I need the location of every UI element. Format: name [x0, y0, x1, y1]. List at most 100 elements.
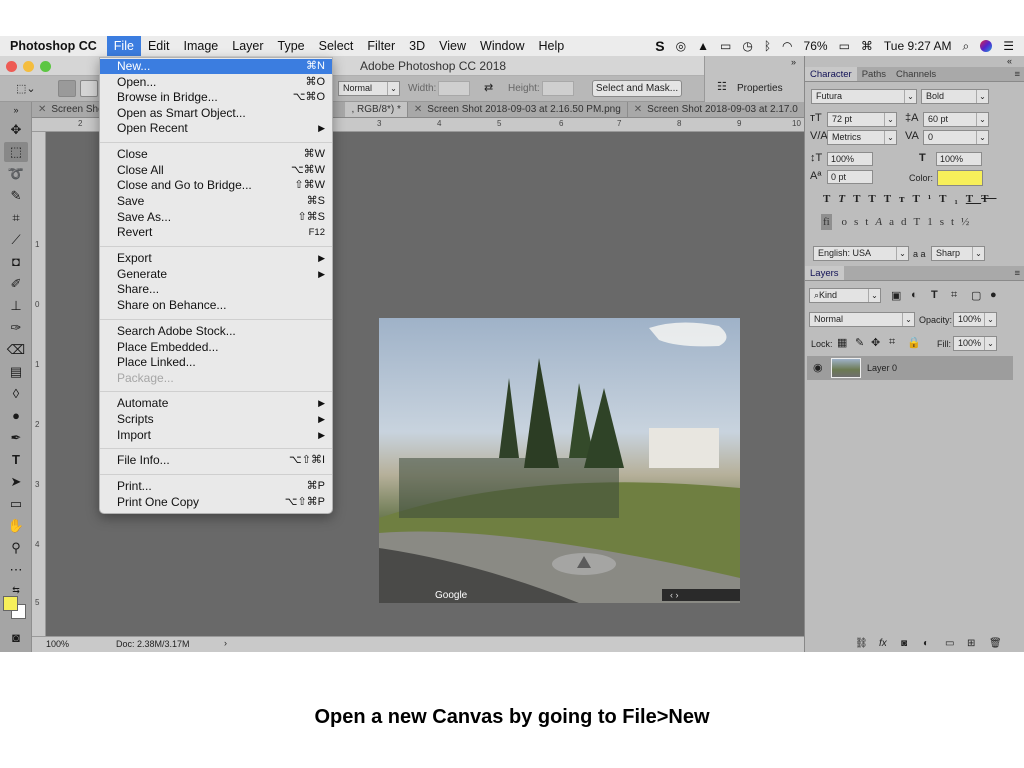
- street-view-nav[interactable]: ‹ ›: [662, 589, 740, 601]
- swash-icon[interactable]: A: [875, 216, 889, 228]
- vertical-scale-field[interactable]: 100%: [827, 152, 873, 166]
- menu-type[interactable]: Type: [271, 36, 312, 56]
- filter-type-icon[interactable]: T: [931, 289, 938, 301]
- tab-layers[interactable]: Layers: [805, 266, 844, 280]
- battery-icon[interactable]: ▭: [839, 36, 850, 56]
- layer-mask-icon[interactable]: ◙: [901, 638, 907, 649]
- wifi-icon[interactable]: ◠: [782, 36, 792, 56]
- layer-name[interactable]: Layer 0: [867, 363, 897, 373]
- dodge-tool-icon[interactable]: ●: [4, 406, 28, 426]
- menu-item-export[interactable]: Export ▶: [100, 251, 332, 266]
- rectangular-marquee-tool-icon[interactable]: ⬚: [4, 142, 28, 162]
- menu-item-place-embedded[interactable]: Place Embedded...: [100, 340, 332, 355]
- menu-image[interactable]: Image: [177, 36, 226, 56]
- menu-item-share-on-behance[interactable]: Share on Behance...: [100, 298, 332, 313]
- menu-edit[interactable]: Edit: [141, 36, 177, 56]
- more-tools-icon[interactable]: ⋯: [4, 560, 28, 580]
- height-input[interactable]: [542, 81, 574, 96]
- notification-center-icon[interactable]: ☰: [1003, 36, 1014, 56]
- menu-item-save[interactable]: Save ⌘S: [100, 194, 332, 209]
- menu-item-search-adobe-stock[interactable]: Search Adobe Stock...: [100, 324, 332, 339]
- all-caps-icon[interactable]: TT: [853, 193, 884, 205]
- creative-cloud-icon[interactable]: ◎: [676, 36, 686, 56]
- marquee-tool-preset-icon[interactable]: ⬚⌄: [16, 82, 36, 95]
- zoom-tool-icon[interactable]: ⚲: [4, 538, 28, 558]
- horizontal-scale-field[interactable]: 100%: [936, 152, 982, 166]
- faux-bold-icon[interactable]: T: [823, 193, 838, 205]
- tab-paths[interactable]: Paths: [857, 67, 891, 81]
- doc-tab-4[interactable]: ✕ Screen Shot 2018-09-03 at 2.17.0: [628, 102, 805, 117]
- script-icon[interactable]: S: [655, 36, 664, 56]
- close-window-icon[interactable]: [6, 61, 17, 72]
- menu-item-browse-in-bridge[interactable]: Browse in Bridge... ⌥⌘O: [100, 90, 332, 105]
- close-tab-icon[interactable]: ✕: [38, 104, 46, 115]
- filter-smart-object-icon[interactable]: ▢: [971, 289, 981, 302]
- new-selection-icon[interactable]: [58, 80, 76, 97]
- discretionary-ligatures-icon[interactable]: st: [854, 216, 875, 228]
- menu-help[interactable]: Help: [532, 36, 572, 56]
- font-style-select[interactable]: Bold ⌄: [921, 89, 989, 104]
- close-tab-icon[interactable]: ✕: [414, 104, 422, 115]
- font-size-select[interactable]: 72 pt ⌄: [827, 112, 897, 127]
- menu-view[interactable]: View: [432, 36, 473, 56]
- font-family-select[interactable]: Futura ⌄: [811, 89, 917, 104]
- doc-tab-3[interactable]: ✕ Screen Shot 2018-09-03 at 2.16.50 PM.pn…: [408, 102, 628, 117]
- menu-item-close-all[interactable]: Close All ⌥⌘W: [100, 163, 332, 178]
- foreground-color-swatch[interactable]: [3, 596, 18, 611]
- ruler-vertical[interactable]: 1 0 1 2 3 4 5 6: [32, 132, 46, 636]
- menu-item-close-and-go-to-bridge[interactable]: Close and Go to Bridge... ⇧⌘W: [100, 178, 332, 193]
- filter-toggle-icon[interactable]: ●: [990, 289, 997, 301]
- width-input[interactable]: [438, 81, 470, 96]
- hand-tool-icon[interactable]: ✋: [4, 516, 28, 536]
- layer-row[interactable]: ◉ Layer 0: [807, 356, 1013, 380]
- kerning-select[interactable]: Metrics ⌄: [827, 130, 897, 145]
- doc-size[interactable]: Doc: 2.38M/3.17M: [116, 639, 190, 649]
- small-caps-icon[interactable]: Tт: [884, 193, 913, 205]
- menu-item-revert[interactable]: Revert F12: [100, 225, 332, 240]
- menu-filter[interactable]: Filter: [360, 36, 402, 56]
- rectangle-tool-icon[interactable]: ▭: [4, 494, 28, 514]
- delete-layer-icon[interactable]: 🗑: [989, 638, 1002, 649]
- lock-all-icon[interactable]: 🔒: [907, 336, 921, 349]
- new-group-icon[interactable]: ▭: [945, 638, 954, 649]
- opacity-field[interactable]: 100% ⌄: [953, 312, 997, 327]
- bluetooth-icon[interactable]: ᛒ: [764, 36, 771, 56]
- add-to-selection-icon[interactable]: [80, 80, 98, 97]
- clone-stamp-tool-icon[interactable]: ⊥: [4, 296, 28, 316]
- underline-icon[interactable]: T: [966, 193, 981, 205]
- quick-selection-tool-icon[interactable]: ✎: [4, 186, 28, 206]
- old-style-icon[interactable]: o: [841, 216, 854, 228]
- app-menu[interactable]: Photoshop CC: [0, 39, 107, 53]
- filter-pixel-icon[interactable]: ▣: [891, 289, 901, 302]
- subscript-icon[interactable]: T₁: [939, 193, 966, 205]
- spotlight-icon[interactable]: ⌕: [963, 36, 970, 56]
- menu-layer[interactable]: Layer: [225, 36, 270, 56]
- lasso-tool-icon[interactable]: ➰: [4, 164, 28, 184]
- minimize-window-icon[interactable]: [23, 61, 34, 72]
- close-tab-icon[interactable]: ✕: [634, 104, 642, 115]
- gradient-tool-icon[interactable]: ▤: [4, 362, 28, 382]
- layer-style-icon[interactable]: fx: [879, 638, 887, 649]
- layer-filter-select[interactable]: ⌕Kind ⌄: [809, 288, 881, 303]
- panel-menu-icon[interactable]: ≡: [1009, 67, 1024, 81]
- menu-item-file-info[interactable]: File Info... ⌥⇧⌘I: [100, 453, 332, 468]
- blur-tool-icon[interactable]: ◊: [4, 384, 28, 404]
- collapse-panels-icon[interactable]: »: [791, 57, 796, 67]
- fractions-icon[interactable]: ½: [961, 216, 976, 228]
- airplay-icon[interactable]: ▭: [720, 36, 731, 56]
- filter-shape-icon[interactable]: ⌗: [951, 289, 957, 302]
- anti-alias-select[interactable]: Sharp ⌄: [931, 246, 985, 261]
- status-menu-arrow-icon[interactable]: ›: [224, 638, 227, 648]
- menu-item-scripts[interactable]: Scripts ▶: [100, 412, 332, 427]
- lock-position-icon[interactable]: ✥: [871, 336, 880, 349]
- menu-item-place-linked[interactable]: Place Linked...: [100, 355, 332, 370]
- text-color-swatch[interactable]: [937, 170, 983, 186]
- tab-character[interactable]: Character: [805, 67, 857, 81]
- lock-image-icon[interactable]: ✎: [855, 336, 864, 349]
- select-and-mask-button[interactable]: Select and Mask...: [592, 80, 682, 97]
- link-layers-icon[interactable]: ⛓: [855, 638, 868, 649]
- leading-select[interactable]: 60 pt ⌄: [923, 112, 989, 127]
- lock-transparent-icon[interactable]: ▦: [837, 336, 847, 349]
- menu-3d[interactable]: 3D: [402, 36, 432, 56]
- baseline-shift-field[interactable]: 0 pt: [827, 170, 873, 184]
